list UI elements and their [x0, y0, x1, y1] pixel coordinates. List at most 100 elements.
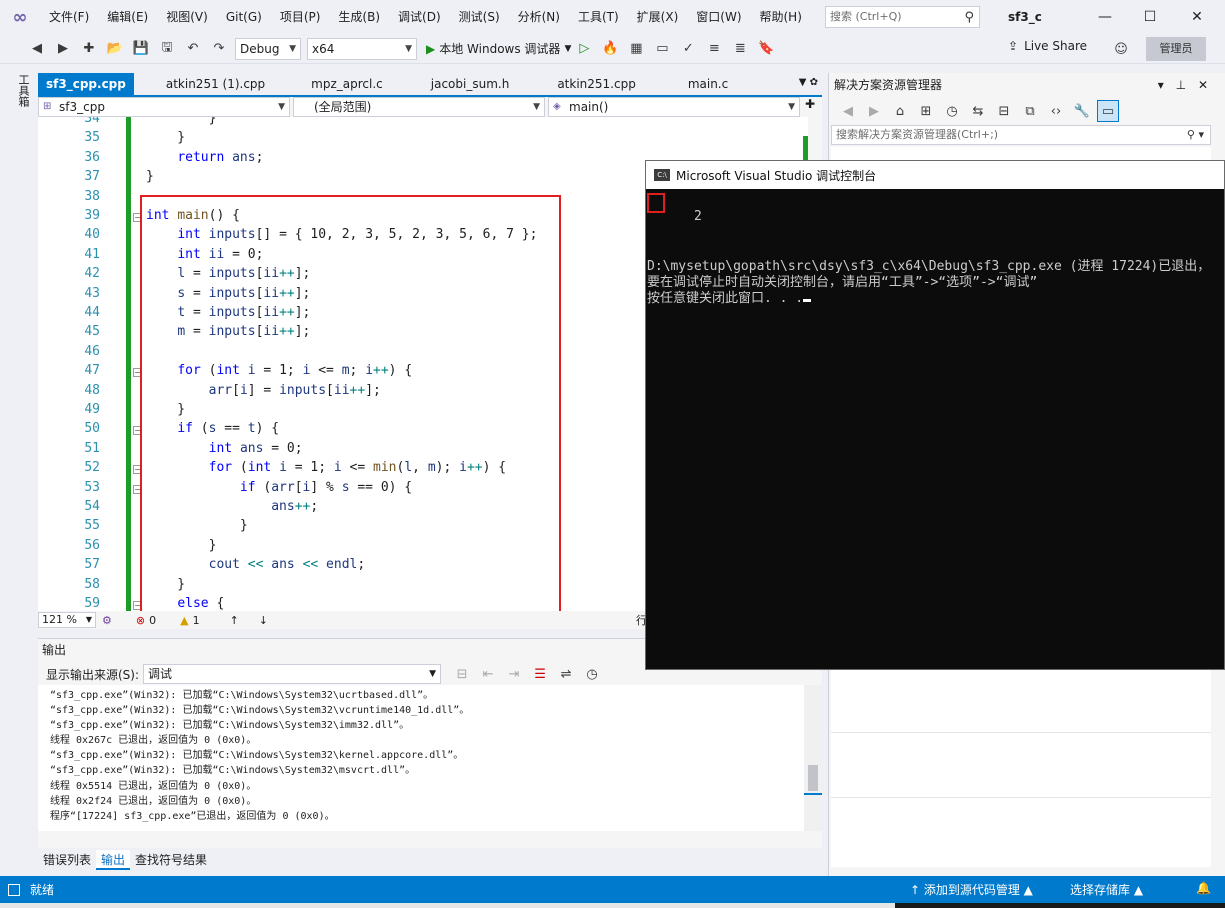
code-health-icon[interactable]: ⚙ — [102, 614, 112, 627]
menu-git[interactable]: Git(G) — [217, 0, 271, 34]
undo-icon[interactable]: ↶ — [182, 38, 204, 60]
layout-icon[interactable]: ▭ — [651, 38, 673, 60]
platform-select[interactable]: x64 ▼ — [307, 37, 417, 60]
menu-analyze[interactable]: 分析(N) — [509, 0, 569, 34]
back-icon[interactable]: ◀ — [837, 100, 859, 122]
save-all-icon[interactable]: 🖫 — [156, 38, 178, 60]
console-output[interactable]: 2 D:\mysetup\gopath\src\dsy\sf3_c\x64\De… — [646, 189, 1224, 669]
solution-search-input[interactable]: 搜索解决方案资源管理器(Ctrl+;) ⚲ ▾ — [831, 125, 1211, 145]
switch-views-icon[interactable]: ⊞ — [915, 100, 937, 122]
output-text[interactable]: “sf3_cpp.exe”(Win32): 已加载“C:\Windows\Sys… — [38, 685, 804, 831]
properties-wrench-icon[interactable]: 🔧 — [1071, 100, 1093, 122]
hot-reload-icon[interactable]: 🔥 — [599, 38, 621, 60]
menu-test[interactable]: 测试(S) — [450, 0, 509, 34]
clear-all-icon[interactable]: ☰ — [529, 663, 551, 685]
close-panel-icon[interactable]: ✕ — [1198, 78, 1208, 92]
timestamp-icon[interactable]: ◷ — [581, 663, 603, 685]
close-window-button[interactable]: ✕ — [1182, 6, 1212, 28]
comment-icon[interactable]: ≡ — [703, 38, 725, 60]
toolbox-strip — [0, 64, 12, 876]
console-title-bar[interactable]: C:\ Microsoft Visual Studio 调试控制台 — [646, 161, 1224, 189]
menu-file[interactable]: 文件(F) — [40, 0, 98, 34]
uncomment-icon[interactable]: ≣ — [729, 38, 751, 60]
tab-mpz-aprcl[interactable]: mpz_aprcl.c — [303, 73, 391, 95]
pin-icon[interactable]: ⊥ — [1176, 78, 1186, 92]
toolbox-tab[interactable]: 工具箱 — [17, 74, 31, 107]
menu-build[interactable]: 生成(B) — [329, 0, 389, 34]
tab-output[interactable]: 输出 — [96, 850, 131, 870]
menu-edit[interactable]: 编辑(E) — [98, 0, 157, 34]
output-line: 线程 0x267c 已退出，返回值为 0 (0x0)。 — [50, 735, 257, 747]
forward-icon[interactable]: ▶ — [863, 100, 885, 122]
global-search-input[interactable]: 搜索 (Ctrl+Q) ⚲ — [825, 6, 980, 28]
tab-atkin251-1[interactable]: atkin251 (1).cpp — [158, 73, 273, 95]
tab-jacobi-sum[interactable]: jacobi_sum.h — [423, 73, 518, 95]
tab-overflow-icon[interactable]: ▼ ✿ — [799, 77, 818, 88]
sync-icon[interactable]: ⇆ — [967, 100, 989, 122]
next-message-icon[interactable]: ⇥ — [503, 663, 525, 685]
line-number: 47 — [84, 363, 100, 379]
open-file-icon[interactable]: 📂 — [104, 38, 126, 60]
add-to-source-control-button[interactable]: ↑ 添加到源代码管理 ▲ — [910, 881, 1033, 898]
find-message-icon[interactable]: ⊟ — [451, 663, 473, 685]
menu-tools[interactable]: 工具(T) — [569, 0, 628, 34]
code-line[interactable]: 35 } — [38, 130, 822, 149]
line-number: 46 — [84, 343, 100, 359]
word-wrap-icon[interactable]: ⇌ — [555, 663, 577, 685]
view-code-icon[interactable]: ‹› — [1045, 100, 1067, 122]
live-share-button[interactable]: ⇪ Live Share — [1008, 39, 1087, 53]
menu-debug[interactable]: 调试(D) — [389, 0, 450, 34]
collapse-all-icon[interactable]: ⊟ — [993, 100, 1015, 122]
new-project-icon[interactable]: ✚ — [78, 38, 100, 60]
previous-issue-icon[interactable]: ↑ — [230, 614, 239, 627]
save-icon[interactable]: 💾 — [130, 38, 152, 60]
redo-icon[interactable]: ↷ — [208, 38, 230, 60]
notifications-bell-icon[interactable]: 🔔 — [1196, 881, 1211, 895]
select-repository-button[interactable]: 选择存储库 ▲ — [1070, 881, 1143, 898]
visual-studio-logo-icon[interactable]: ∞ — [0, 0, 40, 34]
show-all-files-icon[interactable]: ⧉ — [1019, 100, 1041, 122]
panel-dropdown-icon[interactable]: ▾ — [1158, 78, 1164, 92]
scrollbar-thumb[interactable] — [808, 765, 818, 791]
tab-atkin251[interactable]: atkin251.cpp — [549, 73, 644, 95]
menu-view[interactable]: 视图(V) — [157, 0, 217, 34]
navigate-forward-icon[interactable]: ▶ — [52, 38, 74, 60]
spellcheck-icon[interactable]: ✓ — [677, 38, 699, 60]
menu-extensions[interactable]: 扩展(X) — [628, 0, 688, 34]
menu-window[interactable]: 窗口(W) — [687, 0, 750, 34]
scope-nav-select[interactable]: (全局范围) ▼ — [293, 97, 545, 117]
previous-message-icon[interactable]: ⇤ — [477, 663, 499, 685]
feedback-icon[interactable]: ☺ — [1110, 38, 1132, 60]
maximize-button[interactable]: ☐ — [1135, 6, 1165, 28]
solution-title: sf3_c — [1008, 10, 1042, 24]
member-nav-select[interactable]: ◈ main() ▼ — [548, 97, 800, 117]
navigate-back-icon[interactable]: ◀ — [26, 38, 48, 60]
debug-console-window[interactable]: C:\ Microsoft Visual Studio 调试控制台 2 D:\m… — [645, 160, 1225, 670]
tab-error-list[interactable]: 错误列表 — [38, 850, 96, 870]
split-editor-icon[interactable]: ✚ — [805, 97, 815, 117]
project-nav-select[interactable]: ⊞ sf3_cpp ▼ — [38, 97, 290, 117]
warning-count[interactable]: 1 — [193, 614, 200, 627]
menu-help[interactable]: 帮助(H) — [751, 0, 811, 34]
output-source-select[interactable]: 调试 ▼ — [143, 664, 442, 684]
next-issue-icon[interactable]: ↓ — [259, 614, 268, 627]
minimize-button[interactable]: — — [1090, 6, 1120, 28]
tab-find-symbol-results[interactable]: 查找符号结果 — [130, 850, 212, 870]
pending-changes-icon[interactable]: ◷ — [941, 100, 963, 122]
start-without-debugging-icon[interactable]: ▷ — [573, 38, 595, 60]
bookmark-icon[interactable]: 🔖 — [755, 38, 777, 60]
preview-selected-icon[interactable]: ▭ — [1097, 100, 1119, 122]
line-number: 35 — [84, 130, 100, 146]
zoom-select[interactable]: 121 % ▼ — [38, 612, 96, 628]
start-debugging-button[interactable]: ▶ 本地 Windows 调试器 ▼ — [426, 40, 571, 57]
line-number: 43 — [84, 285, 100, 301]
output-scrollbar[interactable] — [804, 685, 822, 831]
tab-sf3-cpp[interactable]: sf3_cpp.cpp — [38, 73, 134, 95]
solution-configurations-icon[interactable]: ▦ — [625, 38, 647, 60]
home-icon[interactable]: ⌂ — [889, 100, 911, 122]
configuration-select[interactable]: Debug ▼ — [235, 37, 301, 60]
code-line[interactable]: 34 } — [38, 117, 822, 130]
error-count[interactable]: 0 — [149, 614, 156, 627]
menu-project[interactable]: 项目(P) — [271, 0, 330, 34]
tab-main-c[interactable]: main.c — [680, 73, 736, 95]
